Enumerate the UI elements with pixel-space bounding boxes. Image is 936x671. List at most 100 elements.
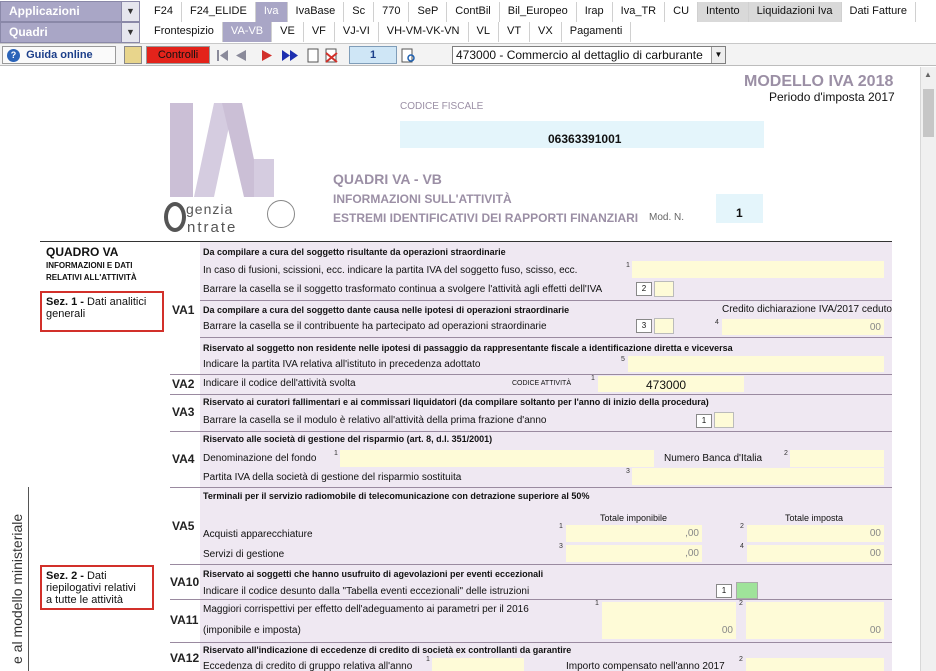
- guida-online-button[interactable]: ? Guida online: [2, 46, 116, 64]
- decimals: 00: [869, 322, 881, 333]
- va5-acquisti-imposta-field[interactable]: 00: [747, 525, 884, 542]
- tab-vl[interactable]: VL: [469, 22, 499, 42]
- chevron-down-icon[interactable]: ▼: [711, 47, 725, 63]
- sez1-title-2: generali: [46, 308, 86, 320]
- decimals: 00: [869, 528, 881, 539]
- toolbar: ? Guida online Controlli 1 473000 - Comm…: [0, 44, 936, 66]
- va4-heading: Riservato alle società di gestione del r…: [203, 434, 493, 444]
- va1-heading-2: Da compilare a cura del soggetto dante c…: [203, 305, 570, 315]
- emblem-icon: [267, 200, 295, 228]
- row-divider: [170, 599, 892, 600]
- va1-partita-iva-istituto-field[interactable]: [628, 356, 884, 372]
- va12-importo-field[interactable]: [746, 658, 884, 671]
- guida-online-label: Guida online: [26, 49, 93, 61]
- tab-intento[interactable]: Intento: [698, 2, 749, 22]
- tab-770[interactable]: 770: [374, 2, 410, 22]
- tab-f24[interactable]: F24: [146, 2, 182, 22]
- page-number-field[interactable]: 1: [349, 46, 397, 64]
- va1-operazioni-checkbox[interactable]: [654, 318, 674, 334]
- va4-denominazione-field[interactable]: [340, 450, 654, 467]
- scroll-up-icon[interactable]: ▲: [924, 70, 932, 79]
- va12-code: VA12: [170, 651, 200, 665]
- va5-text-2: Servizi di gestione: [203, 549, 285, 560]
- va12-anno-field[interactable]: [432, 658, 524, 671]
- tab-va-vb[interactable]: VA-VB: [222, 22, 273, 42]
- tab-contbil[interactable]: ContBil: [447, 2, 500, 22]
- model-title: MODELLO IVA 2018: [744, 73, 894, 90]
- va10-codice-field[interactable]: [736, 582, 758, 599]
- first-page-icon[interactable]: [217, 50, 228, 61]
- va11-imponibile-field[interactable]: 00: [602, 602, 736, 639]
- prev-page-icon[interactable]: [236, 50, 246, 61]
- tab-vt[interactable]: VT: [499, 22, 531, 42]
- tab-vh-vm-vk-vn[interactable]: VH-VM-VK-VN: [379, 22, 469, 42]
- codice-attivita-field[interactable]: 473000: [598, 376, 744, 392]
- row-divider: [170, 374, 892, 375]
- quadri-select[interactable]: Quadri ▼: [0, 22, 140, 43]
- new-page-icon[interactable]: [307, 48, 319, 63]
- tab-vx[interactable]: VX: [530, 22, 562, 42]
- tab-liquidazioni-iva[interactable]: Liquidazioni Iva: [748, 2, 842, 22]
- sez2-title-2: riepilogativi relativi: [46, 582, 136, 594]
- field-index: 5: [621, 356, 625, 363]
- decimals: 00: [869, 625, 881, 636]
- field-index: 2: [739, 656, 743, 663]
- va4-text-1: Denominazione del fondo: [203, 453, 317, 464]
- va1-partita-iva-fuso-field[interactable]: [632, 261, 884, 278]
- vertical-scrollbar[interactable]: ▲: [920, 67, 936, 671]
- va5-heading: Terminali per il servizio radiomobile di…: [203, 491, 590, 501]
- tab-iva-tr[interactable]: Iva_TR: [613, 2, 666, 22]
- va4-numero-banca-field[interactable]: [790, 450, 884, 467]
- va2-codice-label: CODICE ATTIVITÀ: [512, 380, 571, 387]
- scrollbar-thumb[interactable]: [923, 89, 934, 137]
- row-divider: [200, 337, 892, 338]
- tab-bil-europeo[interactable]: Bil_Europeo: [500, 2, 577, 22]
- tab-pagamenti[interactable]: Pagamenti: [562, 22, 632, 42]
- vertical-caption: e al modello ministeriale: [4, 471, 25, 671]
- tab-vj-vi[interactable]: VJ-VI: [335, 22, 379, 42]
- tab-f24-elide[interactable]: F24_ELIDE: [182, 2, 256, 22]
- va11-imposta-field[interactable]: 00: [746, 602, 884, 639]
- va1-trasformato-checkbox[interactable]: [654, 281, 674, 297]
- tab-sep[interactable]: SeP: [409, 2, 448, 22]
- chevron-down-icon[interactable]: ▼: [121, 23, 139, 42]
- tab-vf[interactable]: VF: [304, 22, 335, 42]
- delete-page-icon[interactable]: [325, 48, 338, 63]
- tab-sc[interactable]: Sc: [344, 2, 375, 22]
- va4-partita-iva-sgr-field[interactable]: [632, 468, 884, 485]
- va3-prima-frazione-checkbox[interactable]: [714, 412, 734, 428]
- calculator-icon[interactable]: [124, 46, 142, 64]
- tabs-quadri: Frontespizio VA-VB VE VF VJ-VI VH-VM-VK-…: [146, 22, 632, 42]
- tab-ivabase[interactable]: IvaBase: [288, 2, 345, 22]
- activity-select[interactable]: 473000 - Commercio al dettaglio di carbu…: [452, 46, 726, 64]
- tab-ve[interactable]: VE: [272, 22, 304, 42]
- controlli-button[interactable]: Controlli: [146, 46, 210, 64]
- page-search-icon[interactable]: [401, 48, 417, 63]
- row-divider: [170, 487, 892, 488]
- mod-n-field[interactable]: 1: [716, 194, 763, 223]
- tab-irap[interactable]: Irap: [577, 2, 613, 22]
- va5-servizi-imponibile-field[interactable]: ,00: [566, 545, 702, 562]
- codice-fiscale-field[interactable]: 06363391001: [400, 121, 764, 148]
- menubar: Applicazioni ▼ Quadri ▼ F24 F24_ELIDE Iv…: [0, 0, 936, 44]
- va10-text: Indicare il codice desunto dalla "Tabell…: [203, 586, 530, 597]
- tab-dati-fatture[interactable]: Dati Fatture: [842, 2, 916, 22]
- field-index: 1: [559, 523, 563, 530]
- tab-iva[interactable]: Iva: [255, 2, 288, 22]
- logo-agenzia-text: genzia: [186, 201, 234, 217]
- info-title: INFORMAZIONI SULL'ATTIVITÀ: [333, 192, 512, 206]
- sez2-label: Sez. 2 - Dati riepilogativi relativi a t…: [40, 565, 154, 610]
- tab-cu[interactable]: CU: [665, 2, 699, 22]
- tab-frontespizio[interactable]: Frontespizio: [146, 22, 223, 42]
- sez1-label: Sez. 1 - Dati analitici generali: [40, 291, 164, 332]
- sez2-title-3: a tutte le attività: [46, 594, 124, 606]
- sez1-title: Dati analitici: [86, 296, 147, 308]
- field-index: 4: [715, 319, 719, 326]
- va5-acquisti-imponibile-field[interactable]: ,00: [566, 525, 702, 542]
- va5-servizi-imposta-field[interactable]: 00: [747, 545, 884, 562]
- va1-credito-field[interactable]: 00: [722, 319, 884, 335]
- applicazioni-select[interactable]: Applicazioni ▼: [0, 1, 140, 22]
- chevron-down-icon[interactable]: ▼: [121, 2, 139, 21]
- last-page-icon[interactable]: [282, 50, 298, 61]
- next-page-icon[interactable]: [262, 50, 272, 61]
